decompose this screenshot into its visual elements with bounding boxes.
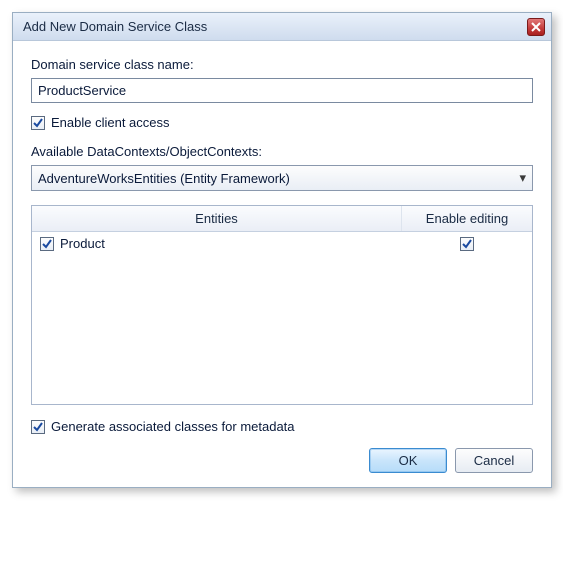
entity-name: Product <box>60 236 105 251</box>
datacontexts-dropdown[interactable]: AdventureWorksEntities (Entity Framework… <box>31 165 533 191</box>
column-header-entities[interactable]: Entities <box>32 206 402 231</box>
column-header-enable-editing[interactable]: Enable editing <box>402 206 532 231</box>
check-icon <box>33 118 43 128</box>
dialog-title: Add New Domain Service Class <box>23 19 527 34</box>
generate-metadata-label: Generate associated classes for metadata <box>51 419 295 434</box>
ok-button[interactable]: OK <box>369 448 447 473</box>
grid-header: Entities Enable editing <box>32 206 532 232</box>
enable-client-access-row: Enable client access <box>31 115 533 130</box>
cancel-button[interactable]: Cancel <box>455 448 533 473</box>
close-button[interactable] <box>527 18 545 36</box>
dialog-body: Domain service class name: Enable client… <box>13 41 551 487</box>
datacontexts-selected: AdventureWorksEntities (Entity Framework… <box>38 171 519 186</box>
check-icon <box>33 422 43 432</box>
class-name-input[interactable] <box>31 78 533 103</box>
close-icon <box>531 22 541 32</box>
enable-client-access-checkbox[interactable] <box>31 116 45 130</box>
generate-metadata-row: Generate associated classes for metadata <box>31 419 533 434</box>
enable-client-access-label: Enable client access <box>51 115 170 130</box>
entity-cell: Product <box>32 236 402 251</box>
editing-cell <box>402 236 532 251</box>
check-icon <box>462 239 472 249</box>
chevron-down-icon: ▾ <box>519 170 526 186</box>
grid-body: Product <box>32 232 532 404</box>
check-icon <box>42 239 52 249</box>
table-row: Product <box>32 232 532 255</box>
entities-grid: Entities Enable editing Product <box>31 205 533 405</box>
dialog-window: Add New Domain Service Class Domain serv… <box>12 12 552 488</box>
enable-editing-checkbox[interactable] <box>460 237 474 251</box>
datacontexts-label: Available DataContexts/ObjectContexts: <box>31 144 533 159</box>
titlebar: Add New Domain Service Class <box>13 13 551 41</box>
entity-checkbox[interactable] <box>40 237 54 251</box>
dialog-buttons: OK Cancel <box>31 448 533 473</box>
generate-metadata-checkbox[interactable] <box>31 420 45 434</box>
class-name-label: Domain service class name: <box>31 57 533 72</box>
